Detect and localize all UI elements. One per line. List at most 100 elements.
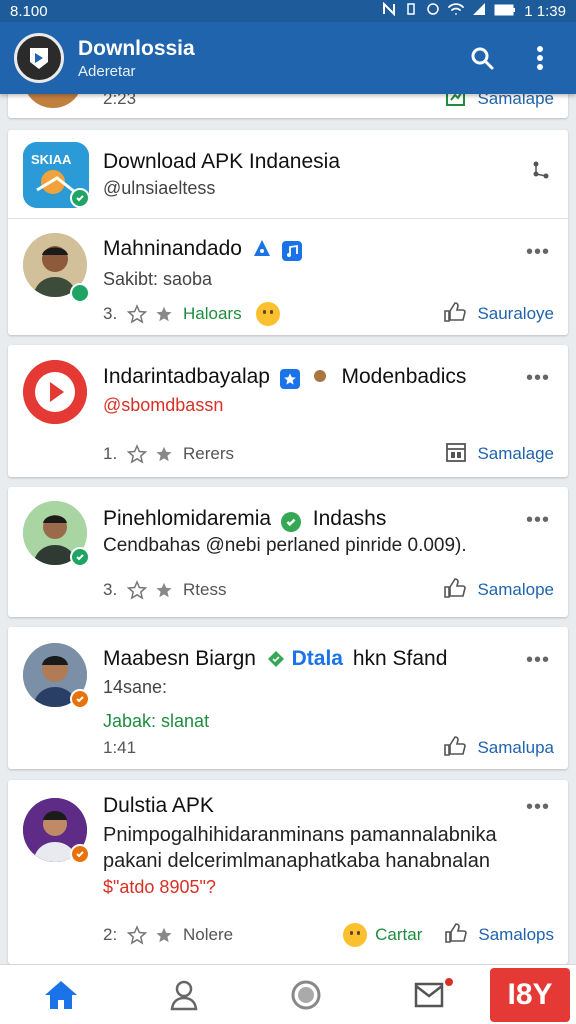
author-handle[interactable]: @sbomdbassn	[103, 395, 223, 416]
verified-badge	[70, 188, 90, 208]
nav-inbox[interactable]	[368, 965, 491, 1024]
page-name[interactable]: Download APK Indanesia	[103, 150, 340, 174]
author-name[interactable]: Dulstia APK	[103, 794, 214, 818]
overflow-menu-button[interactable]	[518, 36, 562, 80]
status-icons: 1 1:39	[382, 1, 566, 20]
bookmark-icon[interactable]	[127, 580, 147, 600]
app-title: Downlossia	[78, 36, 195, 60]
post-count: 3.	[103, 304, 118, 323]
wifi-icon	[448, 2, 465, 20]
author-extra: Indashs	[312, 507, 387, 530]
post: Mahninandado Sakibt: saoba ••• 3. Haloar…	[8, 218, 568, 335]
battery-icon	[494, 3, 516, 20]
post-count: 1:41	[103, 738, 137, 757]
star-icon[interactable]	[155, 305, 173, 323]
verified-icon	[251, 238, 272, 258]
post-body-line-2: pakani delcerimlmanaphatkaba hanabnalan	[103, 850, 490, 872]
feed-card: Indarintadbayalap Modenbadics @sbomdbass…	[8, 345, 568, 477]
avatar[interactable]	[23, 94, 83, 108]
reaction-label[interactable]: Cartar	[375, 925, 422, 945]
nfc-icon	[382, 1, 396, 20]
record-icon	[291, 980, 321, 1009]
share-button[interactable]: Samalope	[477, 580, 554, 600]
more-options-icon[interactable]: •••	[526, 367, 550, 390]
card-actions: 1:41 Samalupa	[103, 733, 554, 763]
post-tag[interactable]: Rerers	[183, 444, 234, 464]
vibrate-icon	[404, 2, 418, 20]
post-count: 1.	[103, 444, 118, 463]
author-name[interactable]: Pinehlomidaremia Indashs	[103, 507, 386, 532]
avatar[interactable]	[23, 360, 87, 424]
bookmark-icon[interactable]	[127, 444, 147, 464]
share-button[interactable]: Sauraloye	[477, 304, 554, 324]
card-actions: 2: Nolere Cartar Samalops	[103, 920, 554, 950]
status-time-left: 8.100	[10, 2, 48, 20]
card-actions: 3. Haloars Sauraloye	[103, 299, 554, 329]
thumbs-up-icon[interactable]	[443, 735, 467, 762]
post-tag[interactable]: Nolere	[183, 925, 233, 945]
signal-icon	[472, 2, 486, 20]
play-icon	[23, 360, 87, 424]
thumbs-up-icon[interactable]	[443, 301, 467, 328]
more-options-icon[interactable]: •••	[526, 241, 550, 264]
post-tag[interactable]: Rtess	[183, 580, 226, 600]
status-time-right: 1 1:39	[524, 2, 566, 20]
share-button[interactable]: Samalape	[477, 94, 554, 109]
nav-app-button[interactable]: I8Y	[490, 967, 570, 1022]
more-options-icon[interactable]: •••	[526, 509, 550, 532]
calendar-icon[interactable]	[445, 441, 467, 468]
share-tree-icon[interactable]	[532, 160, 550, 186]
page-logo-text: SKIAA	[31, 152, 72, 167]
post-body-line-1: Pnimpogalhihidaranminans pamannalabnika	[103, 824, 497, 846]
post-count: 2:	[103, 925, 118, 944]
author-name-text: Pinehlomidaremia	[103, 507, 272, 530]
share-button[interactable]: Samalage	[477, 444, 554, 464]
nav-record[interactable]	[245, 965, 368, 1024]
author-extra: Modenbadics	[341, 365, 467, 388]
author-name[interactable]: Indarintadbayalap Modenbadics	[103, 365, 466, 389]
bookmark-icon[interactable]	[127, 304, 147, 324]
music-icon	[281, 241, 302, 261]
page-header[interactable]: SKIAA Download APK Indanesia @ulnsiaelte…	[8, 130, 568, 218]
search-button[interactable]	[460, 36, 504, 80]
nav-profile[interactable]	[123, 965, 246, 1024]
page-handle: @ulnsiaeltess	[103, 178, 216, 198]
star-icon[interactable]	[155, 581, 173, 599]
card-actions: 3. Rtess Samalope	[103, 575, 554, 605]
verified-icon	[280, 512, 301, 532]
bookmark-icon[interactable]	[127, 925, 147, 945]
author-name-text: Mahninandado	[103, 237, 242, 260]
post-count: 3.	[103, 580, 118, 599]
star-icon[interactable]	[155, 926, 173, 944]
verified-badge	[70, 844, 90, 864]
feed[interactable]: 2:23 Samalape SKIAA Download APK Indanes…	[0, 94, 576, 964]
more-options-icon[interactable]: •••	[526, 796, 550, 819]
feed-card: Dulstia APK ••• Pnimpogalhihidaranminans…	[8, 780, 568, 964]
share-icon[interactable]	[445, 94, 467, 113]
feed-card-partial: 2:23 Samalape	[8, 94, 568, 118]
emoji-reaction-icon[interactable]	[343, 923, 368, 947]
author-name[interactable]: Mahninandado	[103, 237, 302, 261]
author-name-text: Indarintadbayalap	[103, 365, 270, 388]
inbox-icon	[414, 982, 443, 1007]
app-logo[interactable]	[14, 33, 64, 83]
more-options-icon[interactable]: •••	[526, 649, 550, 672]
emoji-reaction-icon[interactable]	[255, 302, 280, 326]
share-button[interactable]: Samalops	[478, 925, 554, 945]
thumbs-up-icon[interactable]	[443, 577, 467, 604]
author-subtitle: Sakibt: saoba	[103, 269, 213, 289]
post-body-line-3: $"atdo 8905"?	[103, 877, 216, 897]
verified-icon	[279, 369, 300, 389]
post-count: 2:23	[103, 94, 137, 108]
post-link[interactable]: Jabak: slanat	[103, 711, 209, 732]
share-button[interactable]: Samalupa	[477, 738, 554, 758]
thumbs-up-icon[interactable]	[444, 922, 468, 949]
author-name-text: Maabesn Biargn	[103, 647, 256, 670]
nav-home[interactable]	[0, 965, 123, 1024]
brand-link[interactable]: Dtala	[292, 647, 343, 670]
post-tag[interactable]: Haloars	[183, 304, 242, 324]
author-subtitle: 14sane:	[103, 677, 168, 697]
star-icon[interactable]	[155, 445, 173, 463]
feed-card: Maabesn Biargn Dtala hkn Sfand 14sane: J…	[8, 627, 568, 769]
author-name[interactable]: Maabesn Biargn Dtala hkn Sfand	[103, 647, 447, 671]
